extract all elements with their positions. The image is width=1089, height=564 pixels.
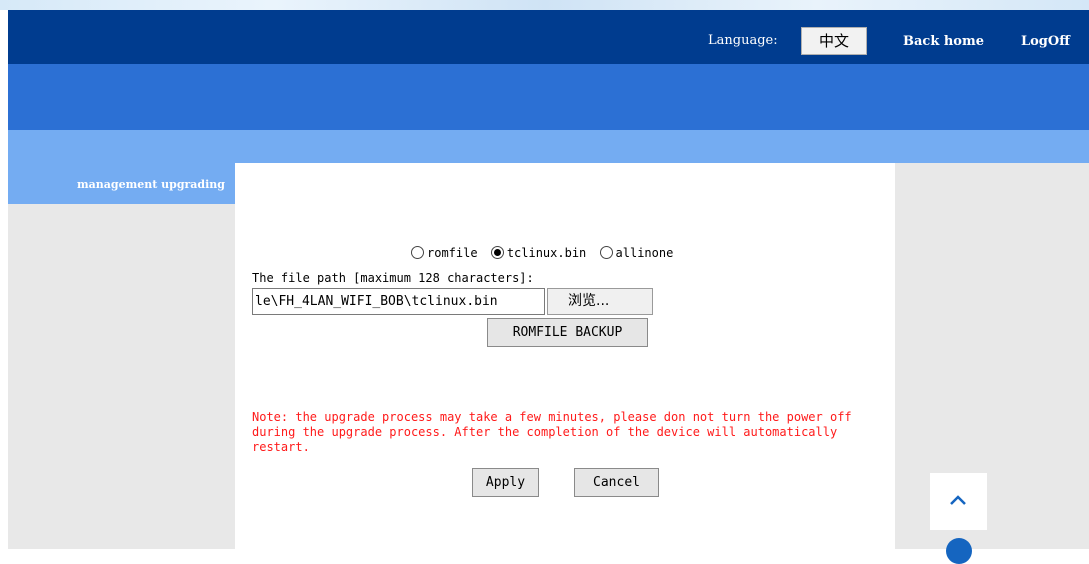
sidebar (8, 163, 235, 549)
right-panel (895, 163, 1089, 549)
top-decorative-strip (0, 0, 1089, 10)
radio-romfile[interactable] (411, 246, 424, 259)
radio-allinone-label: allinone (615, 246, 674, 260)
cancel-button[interactable]: Cancel (574, 468, 659, 497)
apply-button[interactable]: Apply (472, 468, 539, 497)
scroll-to-top-button[interactable] (930, 473, 987, 530)
radio-tclinux-label: tclinux.bin (506, 246, 587, 260)
logoff-link[interactable]: LogOff (1021, 34, 1070, 49)
sidebar-item-management-upgrading[interactable]: management upgrading (8, 163, 235, 204)
radio-tclinux[interactable] (490, 246, 504, 259)
chevron-up-icon (950, 495, 966, 505)
main-content-panel (235, 163, 895, 549)
back-home-link[interactable]: Back home (903, 34, 984, 49)
upgrade-warning-note: Note: the upgrade process may take a few… (252, 410, 852, 454)
file-path-input[interactable]: le\FH_4LAN_WIFI_BOB\tclinux.bin (252, 288, 545, 315)
help-icon[interactable] (946, 538, 972, 564)
radio-allinone[interactable] (599, 246, 613, 259)
image-type-radio-group: romfile tclinux.bin allinone (411, 246, 679, 260)
language-label: Language: (708, 33, 778, 48)
browse-button[interactable]: 浏览... (547, 288, 653, 315)
radio-romfile-label: romfile (427, 246, 478, 260)
language-switch-button[interactable]: 中文 (801, 27, 867, 55)
header-banner (8, 64, 1089, 130)
file-path-label: The file path [maximum 128 characters]: (252, 271, 534, 285)
romfile-backup-button[interactable]: ROMFILE BACKUP (487, 318, 648, 347)
sub-navigation-bar (8, 130, 1089, 163)
